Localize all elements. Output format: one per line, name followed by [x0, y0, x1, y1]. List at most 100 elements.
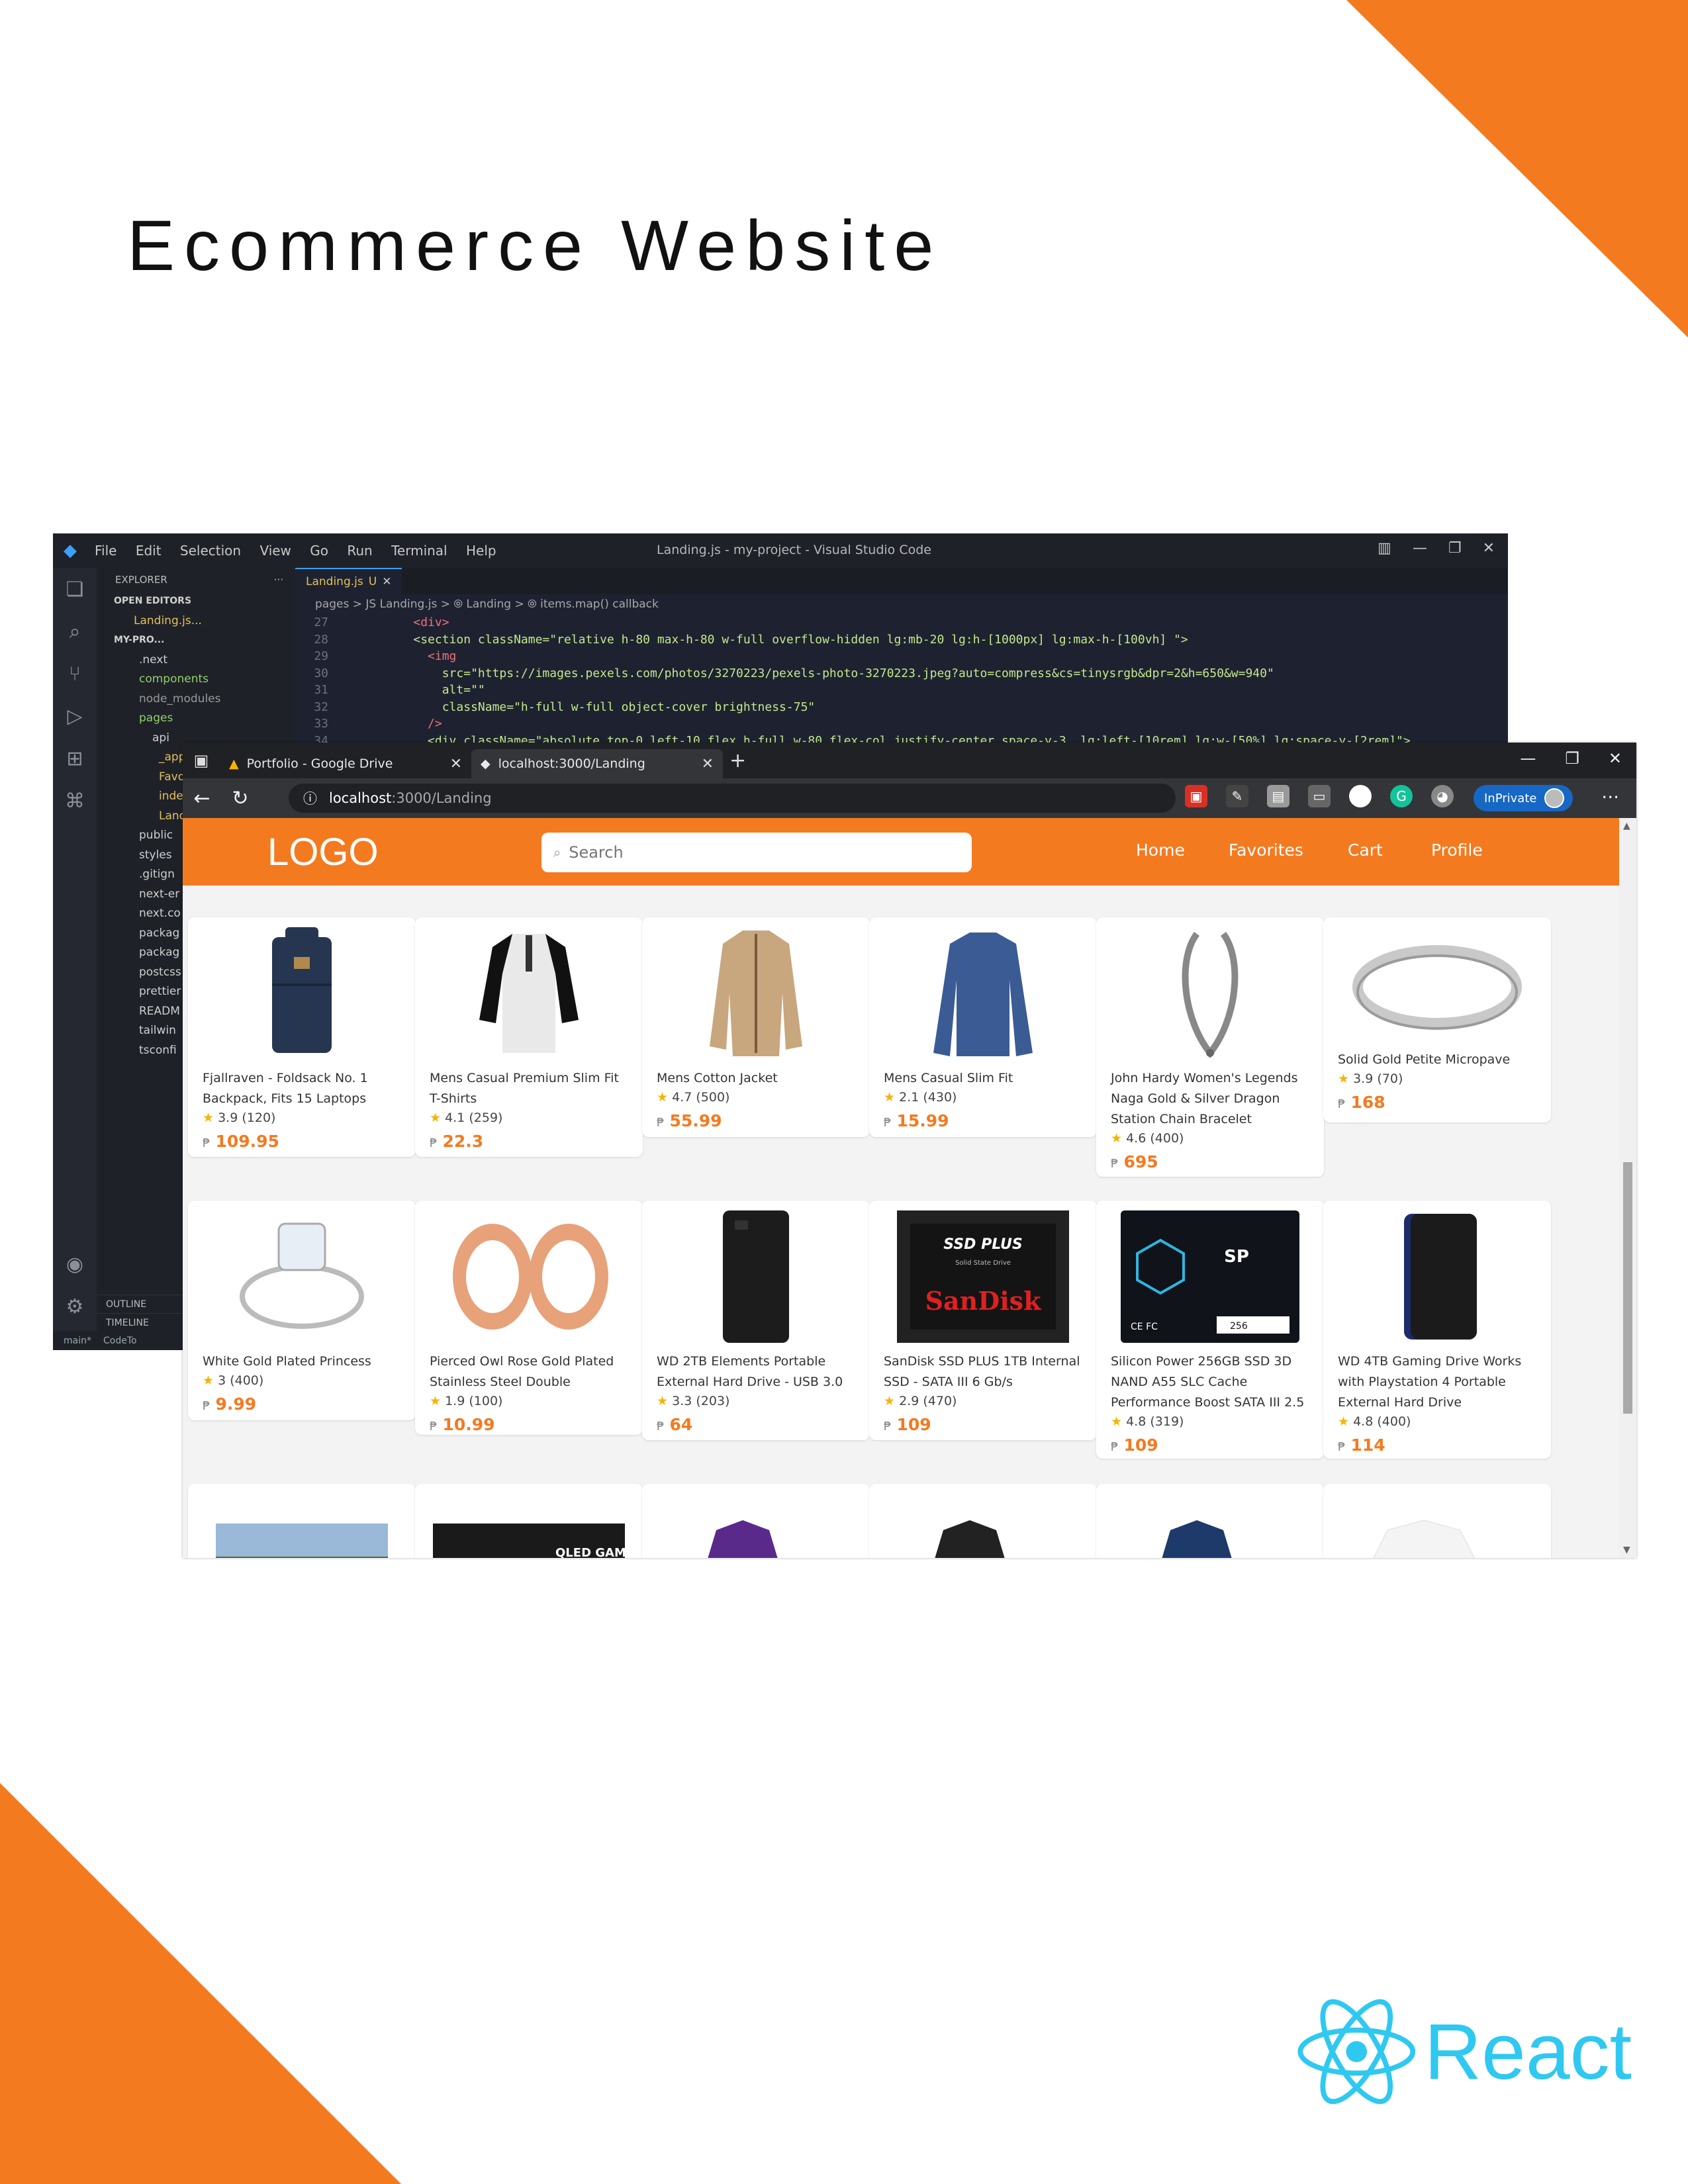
scroll-up-icon[interactable]: ▲ [1623, 821, 1630, 831]
extension-avatar-icon[interactable]: ◕ [1431, 785, 1454, 807]
more-icon[interactable]: ··· [274, 574, 283, 586]
explorer-icon[interactable]: ❏ [53, 568, 97, 610]
product-card[interactable]: John Hardy Women's Legends Naga Gold & S… [1096, 917, 1324, 1177]
info-icon[interactable]: ⓘ [303, 788, 317, 808]
product-image[interactable]: QLED GAMING MONITOR [415, 1484, 643, 1558]
product-image[interactable] [642, 1484, 870, 1558]
menu-selection[interactable]: Selection [180, 543, 241, 559]
product-title[interactable]: Mens Cotton Jacket [657, 1068, 855, 1089]
tab-actions-icon[interactable]: ▣ [183, 751, 220, 770]
open-editors-header[interactable]: OPEN EDITORS [103, 592, 295, 612]
product-image[interactable] [1323, 1201, 1551, 1353]
product-image[interactable] [1096, 1484, 1324, 1558]
scroll-down-icon[interactable]: ▼ [1623, 1545, 1630, 1555]
menu-file[interactable]: File [95, 543, 117, 559]
product-title[interactable]: Fjallraven - Foldsack No. 1 Backpack, Fi… [203, 1068, 401, 1109]
product-title[interactable]: SanDisk SSD PLUS 1TB Internal SSD - SATA… [884, 1351, 1082, 1392]
close-tab-icon[interactable]: ✕ [702, 756, 714, 772]
page-scrollbar[interactable]: ▲ ▼ [1619, 818, 1636, 1558]
code-line[interactable]: 28 <section className="relative h-80 max… [295, 631, 1508, 649]
product-title[interactable]: Mens Casual Premium Slim Fit T-Shirts [430, 1068, 628, 1109]
product-card[interactable]: Solid Gold Petite Micropave ★ 3.9 (70) ₱ 16… [1323, 917, 1551, 1122]
tree-item[interactable]: components [103, 670, 295, 690]
menu-view[interactable]: View [259, 543, 291, 559]
status-extra[interactable]: CodeTo [103, 1336, 137, 1346]
extension-grey-icon[interactable]: ▤ [1267, 785, 1289, 807]
menu-go[interactable]: Go [310, 543, 328, 559]
product-title[interactable]: Silicon Power 256GB SSD 3D NAND A55 SLC … [1111, 1351, 1309, 1413]
close-icon[interactable]: ✕ [1609, 749, 1622, 768]
layout-icon[interactable]: ▥ [1378, 540, 1391, 557]
product-card[interactable]: SSD PLUS Solid State Drive SanDisk SanDisk … [869, 1201, 1097, 1440]
code-line[interactable]: 29 <img [295, 648, 1508, 665]
close-tab-icon[interactable]: ✕ [382, 575, 391, 588]
product-card[interactable]: QLED GAMING MONITOR [415, 1484, 643, 1558]
minimize-icon[interactable]: — [1413, 540, 1427, 557]
code-line[interactable]: 31 alt="" [295, 682, 1508, 699]
address-bar[interactable]: ⓘ localhost:3000/Landing [289, 784, 1176, 813]
product-image[interactable] [869, 917, 1097, 1069]
menu-edit[interactable]: Edit [136, 543, 162, 559]
product-card[interactable]: WD 4TB Gaming Drive Works with Playstati… [1323, 1201, 1551, 1459]
tab-google-drive[interactable]: ▲ Portfolio - Google Drive ✕ [220, 749, 471, 778]
search-icon[interactable]: ⌕ [53, 610, 97, 653]
code-line[interactable]: 30 src="https://images.pexels.com/photos… [295, 665, 1508, 682]
source-control-icon[interactable]: ⑂ [53, 653, 97, 695]
git-branch[interactable]: main* [64, 1336, 91, 1346]
product-card[interactable] [1096, 1484, 1324, 1558]
run-debug-icon[interactable]: ▷ [53, 695, 97, 737]
menu-terminal[interactable]: Terminal [391, 543, 447, 559]
product-image[interactable] [642, 917, 870, 1069]
product-image[interactable] [642, 1201, 870, 1353]
tree-item[interactable]: node_modules [103, 690, 295, 709]
nav-profile[interactable]: Profile [1431, 841, 1483, 860]
extension-pen-icon[interactable]: ✎ [1226, 785, 1248, 807]
product-card[interactable] [869, 1484, 1097, 1558]
remote-icon[interactable]: ⌘ [53, 780, 97, 822]
settings-gear-icon[interactable]: ⚙ [53, 1285, 97, 1328]
product-card[interactable]: Pierced Owl Rose Gold Plated Stainless S… [415, 1201, 643, 1435]
extension-tab-icon[interactable]: ▭ [1308, 785, 1331, 807]
menu-run[interactable]: Run [347, 543, 372, 559]
minimize-icon[interactable]: — [1520, 749, 1536, 768]
product-image[interactable]: SSD PLUS Solid State Drive SanDisk [869, 1201, 1097, 1353]
product-title[interactable]: White Gold Plated Princess [203, 1351, 401, 1372]
product-image[interactable] [415, 917, 643, 1069]
product-card[interactable]: Mens Casual Premium Slim Fit T-Shirts ★ 4… [415, 917, 643, 1157]
product-image[interactable]: SP 256 CE FC [1096, 1201, 1324, 1353]
extension-circle-icon[interactable] [1349, 785, 1372, 807]
product-image[interactable] [415, 1201, 643, 1353]
search-box[interactable]: ⌕ [541, 833, 972, 872]
product-image[interactable] [1096, 917, 1324, 1069]
refresh-icon[interactable]: ↻ [221, 787, 259, 810]
nav-home[interactable]: Home [1136, 841, 1185, 860]
open-editor-item[interactable]: Landing.js... [103, 612, 295, 631]
product-image[interactable] [1323, 917, 1551, 1069]
site-logo[interactable]: LOGO [267, 830, 379, 874]
breadcrumb[interactable]: pages > JS Landing.js > ⦾ Landing > ⦾ it… [295, 594, 1508, 614]
project-header[interactable]: MY-PRO... [103, 631, 295, 651]
product-card[interactable] [1323, 1484, 1551, 1558]
product-image[interactable] [188, 917, 416, 1069]
more-icon[interactable]: ··· [1601, 786, 1619, 808]
back-icon[interactable]: ← [183, 787, 221, 810]
product-title[interactable]: John Hardy Women's Legends Naga Gold & S… [1111, 1068, 1309, 1130]
product-card[interactable]: White Gold Plated Princess ★ 3 (400) ₱ 9.99 [188, 1201, 416, 1420]
product-card[interactable]: Mens Cotton Jacket ★ 4.7 (500) ₱ 55.99 [642, 917, 870, 1137]
editor-tab-landing[interactable]: Landing.js U ✕ [295, 568, 402, 594]
accounts-icon[interactable]: ◉ [53, 1243, 97, 1285]
tab-localhost[interactable]: ◆ localhost:3000/Landing ✕ [471, 749, 723, 778]
product-title[interactable]: Mens Casual Slim Fit [884, 1068, 1082, 1089]
restore-icon[interactable]: ❐ [1448, 540, 1462, 557]
product-card[interactable]: Mens Casual Slim Fit ★ 2.1 (430) ₱ 15.99 [869, 917, 1097, 1137]
code-line[interactable]: 32 className="h-full w-full object-cover… [295, 699, 1508, 716]
product-image[interactable] [869, 1484, 1097, 1558]
product-card[interactable] [642, 1484, 870, 1558]
inprivate-badge[interactable]: InPrivate [1474, 785, 1573, 811]
close-icon[interactable]: ✕ [1483, 540, 1495, 557]
extensions-icon[interactable]: ⊞ [53, 737, 97, 780]
tree-item[interactable]: pages [103, 709, 295, 729]
grammarly-icon[interactable]: G [1390, 785, 1413, 807]
product-title[interactable]: WD 4TB Gaming Drive Works with Playstati… [1338, 1351, 1536, 1413]
code-area[interactable]: 27 <div> 28 <section className="relative … [295, 614, 1508, 749]
